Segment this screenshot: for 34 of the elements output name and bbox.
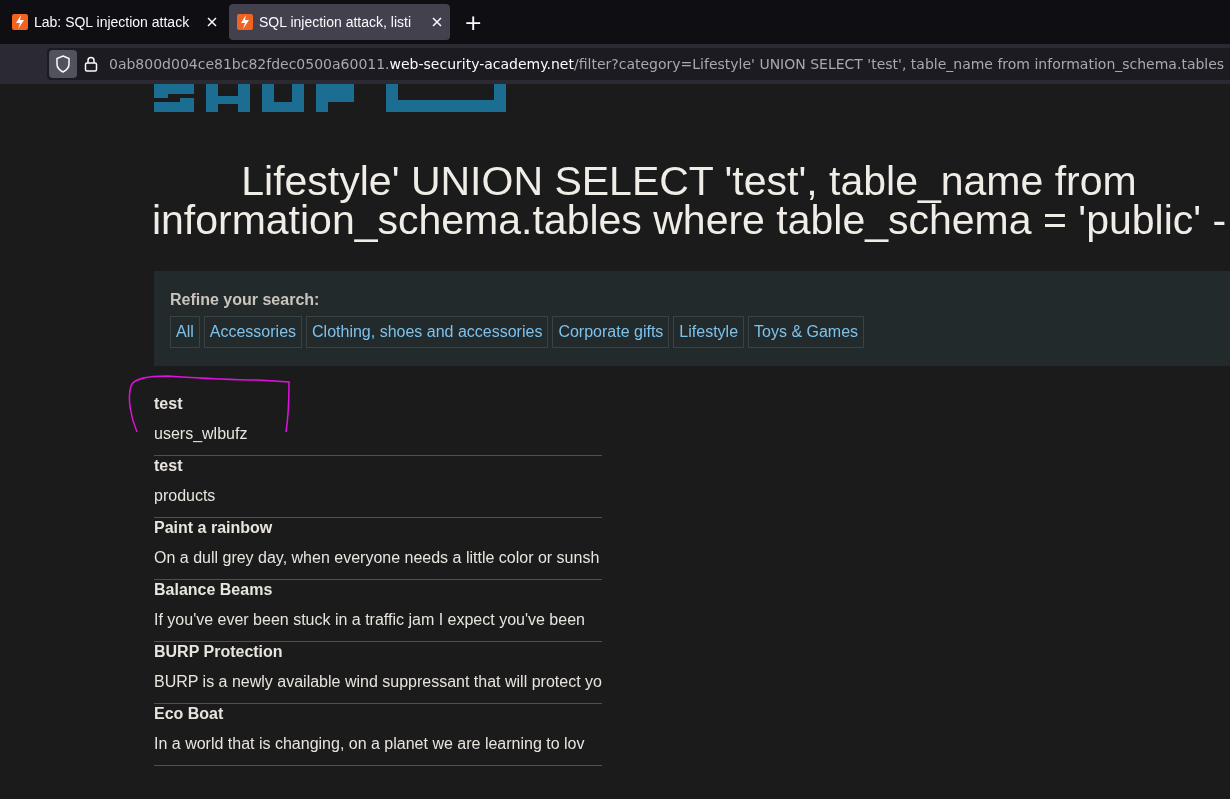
product-name: test <box>154 394 184 414</box>
browser-tab[interactable]: Lab: SQL injection attack <box>4 4 225 40</box>
product-description: products <box>154 486 217 506</box>
tab-title: Lab: SQL injection attack <box>34 14 191 30</box>
product-description: users_wlbufz <box>154 424 249 444</box>
lightning-icon <box>12 14 28 30</box>
page-heading: Lifestyle' UNION SELECT 'test', table_name from information_schema.tables where table_schema = 'public' - <box>150 162 1228 240</box>
filter-label: Refine your search: <box>170 291 321 309</box>
category-link[interactable]: Accessories <box>203 316 303 348</box>
product-name: BURP Protection <box>154 642 284 662</box>
category-link[interactable]: Clothing, shoes and accessories <box>306 316 549 348</box>
product-name: test <box>154 456 184 476</box>
lightning-icon <box>237 14 253 30</box>
product-name: Eco Boat <box>154 704 225 724</box>
address-bar[interactable]: 0ab800d004ce81bc82fdec0500a60011.web-security-academy.net/filter?category=Lifestyle' UNION SELECT 'test', table_name from information_schema.tables <box>47 48 1230 80</box>
category-link[interactable]: Corporate gifts <box>552 316 670 348</box>
shield-icon[interactable] <box>49 50 77 78</box>
new-tab-button[interactable]: + <box>454 9 493 35</box>
product-name: Balance Beams <box>154 580 274 600</box>
product-description: On a dull grey day, when everyone needs a little color or sunsh <box>154 548 601 568</box>
close-icon[interactable] <box>207 17 217 27</box>
product-name: Paint a rainbow <box>154 518 274 538</box>
url-text: 0ab800d004ce81bc82fdec0500a60011.web-security-academy.net/filter?category=Lifestyle' UNION SELECT 'test', table_name from information_schema.tables <box>109 56 1225 72</box>
close-icon[interactable] <box>432 17 442 27</box>
product-description: BURP is a newly available wind suppressant that will protect yo <box>154 672 602 692</box>
tab-title: SQL injection attack, listi <box>259 14 412 30</box>
logo-icon <box>154 84 506 112</box>
category-link[interactable]: Toys & Games <box>748 316 865 348</box>
product-description: In a world that is changing, on a planet we are learning to lov <box>154 734 586 754</box>
category-link[interactable]: Lifestyle <box>673 316 745 348</box>
lock-icon <box>84 56 98 72</box>
product-description: If you've ever been stuck in a traffic jam I expect you've been <box>154 610 586 630</box>
browser-tab[interactable]: SQL injection attack, listi <box>229 4 450 40</box>
category-link[interactable]: All <box>170 316 200 348</box>
